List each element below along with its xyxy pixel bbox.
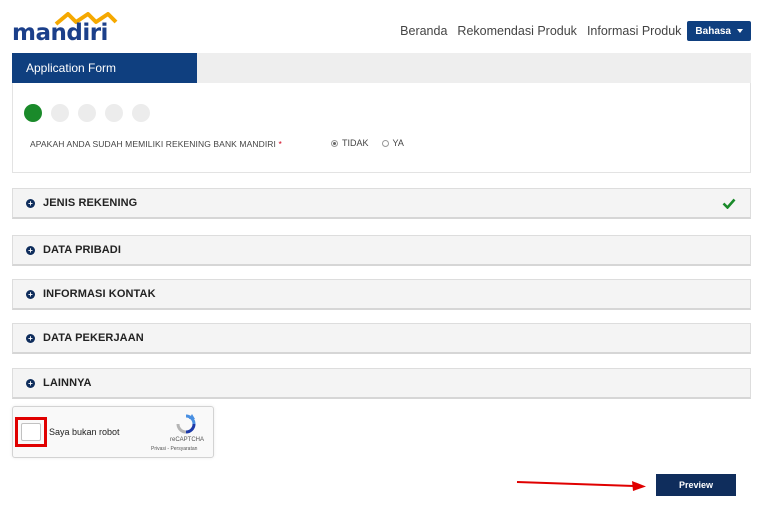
checkmark-icon [722, 198, 736, 209]
plus-circle-icon: + [26, 245, 35, 255]
section-lainnya[interactable]: + LAINNYA [12, 368, 751, 399]
section-informasi-kontak[interactable]: + INFORMASI KONTAK [12, 279, 751, 310]
recaptcha-widget: Saya bukan robot reCAPTCHA Privasi - Per… [12, 406, 214, 458]
language-dropdown-button[interactable]: Bahasa [687, 21, 751, 41]
nav-rekomendasi-produk[interactable]: Rekomendasi Produk [457, 24, 577, 38]
step-dot-3 [78, 104, 96, 122]
logo-wordmark: mandiri [12, 20, 108, 46]
plus-circle-icon: + [26, 198, 35, 208]
recaptcha-brand: reCAPTCHA [170, 437, 205, 443]
recaptcha-icon [176, 414, 196, 434]
section-label: LAINNYA [43, 377, 92, 389]
preview-button[interactable]: Preview [656, 474, 736, 496]
recaptcha-label: Saya bukan robot [49, 427, 120, 437]
step-dot-4 [105, 104, 123, 122]
recaptcha-highlight [15, 417, 47, 447]
tab-application-form[interactable]: Application Form [12, 53, 197, 83]
nav-informasi-produk[interactable]: Informasi Produk [587, 24, 681, 38]
step-dot-1 [24, 104, 42, 122]
section-data-pribadi[interactable]: + DATA PRIBADI [12, 235, 751, 266]
question-text: APAKAH ANDA SUDAH MEMILIKI REKENING BANK… [30, 139, 276, 149]
radio-option-ya[interactable]: YA [381, 138, 404, 148]
mandiri-logo[interactable]: mandiri [12, 10, 122, 46]
caret-down-icon [737, 29, 743, 33]
radio-option-tidak[interactable]: TIDAK [331, 138, 369, 148]
form-tab-bar: Application Form [12, 53, 751, 83]
plus-circle-icon: + [26, 289, 35, 299]
plus-circle-icon: + [26, 333, 35, 343]
section-label: DATA PEKERJAAN [43, 332, 144, 344]
radio-tidak[interactable] [331, 139, 338, 147]
language-button-label: Bahasa [695, 25, 731, 37]
required-mark: * [278, 139, 282, 149]
nav-beranda[interactable]: Beranda [400, 24, 447, 38]
recaptcha-links[interactable]: Privasi - Persyaratan [151, 446, 197, 452]
section-label: DATA PRIBADI [43, 244, 121, 256]
section-data-pekerjaan[interactable]: + DATA PEKERJAAN [12, 323, 751, 354]
account-radio-group: TIDAK YA [331, 138, 417, 148]
top-nav: Beranda Rekomendasi Produk Informasi Pro… [390, 21, 751, 41]
recaptcha-checkbox[interactable] [21, 423, 41, 441]
step-dot-5 [132, 104, 150, 122]
form-card: APAKAH ANDA SUDAH MEMILIKI REKENING BANK… [12, 83, 751, 173]
radio-tidak-label: TIDAK [342, 138, 369, 148]
section-jenis-rekening[interactable]: + JENIS REKENING [12, 188, 751, 219]
radio-ya-label: YA [392, 138, 404, 148]
section-label: INFORMASI KONTAK [43, 288, 156, 300]
step-indicator [24, 104, 159, 122]
question-label: APAKAH ANDA SUDAH MEMILIKI REKENING BANK… [30, 139, 282, 149]
red-arrow-annotation [516, 481, 646, 491]
step-dot-2 [51, 104, 69, 122]
radio-ya[interactable] [381, 139, 389, 147]
plus-circle-icon: + [26, 378, 35, 388]
section-label: JENIS REKENING [43, 197, 138, 209]
